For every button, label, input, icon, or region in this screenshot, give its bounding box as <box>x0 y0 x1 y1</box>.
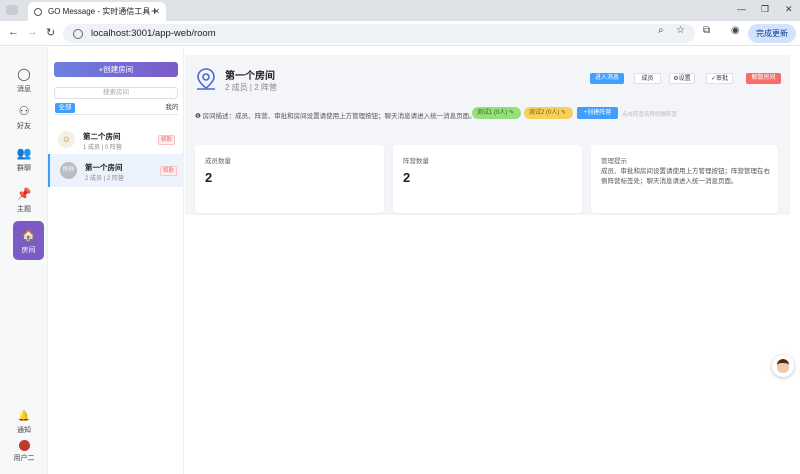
room-meta: 2 成员 | 2 阵营 <box>85 176 124 182</box>
filter-mine-tab[interactable]: 我的 <box>161 103 183 113</box>
back-icon[interactable]: ← <box>8 26 19 38</box>
card-label: 成员数量 <box>205 158 231 165</box>
group-icon: 👥 <box>16 146 32 160</box>
card-text: 成员、审批和房间设置请使用上方管理按钮；阵营管理在右侧阵营标签处；聊天消息请进入… <box>601 168 770 185</box>
rail-item-groups[interactable]: 👥 群聊 <box>0 146 48 173</box>
camp-hint: 点击阵营名称切换阵营 <box>622 112 678 118</box>
user-name: 用户二 <box>13 455 35 462</box>
create-room-button[interactable]: +创建房间 <box>54 62 178 77</box>
rail-item-label: 房间 <box>21 247 36 254</box>
room-name: 第一个房间 <box>85 163 123 172</box>
management-tips-card: 管理提示 成员、审批和房间设置请使用上方管理按钮；阵营管理在右侧阵营标签处；聊天… <box>591 145 778 213</box>
rail-item-friends[interactable]: ⚇ 好友 <box>0 104 48 131</box>
room-header: 第一个房间 2 成员 | 2 阵营 进入消息 成员 ⚙设置 ✓审批 解散房间 ❶… <box>185 55 790 215</box>
room-list-item-active[interactable]: 房间 第一个房间 2 成员 | 2 阵营 解散 <box>48 154 184 187</box>
address-bar[interactable]: localhost:3001/app-web/room <box>63 24 695 43</box>
update-button[interactable]: 完成更新 <box>748 24 796 43</box>
room-search-input[interactable]: 搜索房间 <box>54 87 178 99</box>
dissolve-room-button[interactable]: 解散房间 <box>746 73 781 84</box>
assistant-face-icon <box>777 359 789 373</box>
house-icon: 🏠 <box>21 230 36 242</box>
rail-item-label: 主题 <box>17 206 31 213</box>
edit-icon[interactable]: ✎ <box>561 110 566 116</box>
pin-icon: 📌 <box>16 187 32 201</box>
person-icon: ⚇ <box>18 104 30 118</box>
browser-toolbar: ← → ↻ localhost:3001/app-web/room ⌕ ☆ ⧉ … <box>0 21 800 46</box>
new-tab-icon[interactable]: + <box>151 4 158 18</box>
rail-item-label: 通知 <box>17 427 31 434</box>
card-label: 管理提示 <box>601 158 627 165</box>
avatar <box>18 440 30 451</box>
card-value: 2 <box>403 170 411 185</box>
location-pin-icon <box>197 68 215 90</box>
zoom-icon[interactable]: ⌕ <box>658 25 664 36</box>
camp-tag[interactable]: 测试2 (0人) ✎ <box>524 107 573 119</box>
page-subtitle: 2 成员 | 2 阵营 <box>225 83 277 92</box>
rail-item-rooms[interactable]: 🏠 房间 <box>13 221 44 260</box>
room-meta: 1 成员 | 0 阵营 <box>83 145 122 151</box>
site-info-icon[interactable] <box>73 28 83 39</box>
room-avatar: 房间 <box>60 162 77 179</box>
rail-item-label: 群聊 <box>17 165 31 172</box>
room-list-panel: +创建房间 搜索房间 全部 我的 ☺ 第二个房间 1 成员 | 0 阵营 解散 … <box>48 47 184 474</box>
room-description: ❶ 房间描述：成员、阵营、审批和房间设置请使用上方管理按钮；聊天消息请进入统一消… <box>195 110 476 120</box>
chat-icon: ◯ <box>17 67 31 81</box>
camp-label: 测试1 (0人) <box>477 110 508 116</box>
tab-title: GO Message - 实时通信工具 <box>48 7 151 16</box>
members-button[interactable]: 成员 <box>634 73 661 84</box>
enter-messages-button[interactable]: 进入消息 <box>590 73 624 84</box>
restore-icon[interactable]: ❐ <box>761 4 769 15</box>
globe-icon <box>34 7 42 16</box>
info-icon: ❶ <box>195 113 203 120</box>
divider <box>54 114 178 115</box>
profile-icon[interactable]: ◉ <box>731 25 740 36</box>
create-camp-button[interactable]: +创建阵营 <box>577 107 618 119</box>
extensions-icon[interactable]: ⧉ <box>703 25 710 36</box>
app-nav-rail: ◯ 消息 ⚇ 好友 👥 群聊 📌 主题 🏠 房间 🔔 通知 用户二 <box>0 47 48 474</box>
tab-search-button[interactable] <box>6 5 18 15</box>
approve-button[interactable]: ✓审批 <box>706 73 733 84</box>
rail-item-topics[interactable]: 📌 主题 <box>0 187 48 214</box>
settings-button[interactable]: ⚙设置 <box>669 73 695 84</box>
bookmark-star-icon[interactable]: ☆ <box>676 25 685 36</box>
browser-tab-bar: GO Message - 实时通信工具 ✕ + — ❐ ✕ <box>0 0 800 21</box>
forward-icon[interactable]: → <box>27 26 38 38</box>
rail-user[interactable]: 用户二 <box>0 440 48 463</box>
close-window-icon[interactable]: ✕ <box>785 4 793 15</box>
dissolve-tag[interactable]: 解散 <box>160 166 177 176</box>
card-label: 阵营数量 <box>403 158 429 165</box>
room-detail: 第一个房间 2 成员 | 2 阵营 进入消息 成员 ⚙设置 ✓审批 解散房间 ❶… <box>185 47 800 474</box>
rail-item-label: 好友 <box>17 123 31 130</box>
camp-label: 测试2 (0人) <box>529 110 560 116</box>
rail-item-notifications[interactable]: 🔔 通知 <box>0 411 48 435</box>
room-avatar: ☺ <box>58 131 75 148</box>
bell-icon: 🔔 <box>17 411 31 422</box>
url-text: localhost:3001/app-web/room <box>91 28 216 39</box>
rail-item-messages[interactable]: ◯ 消息 <box>0 67 48 94</box>
reload-icon[interactable]: ↻ <box>46 26 55 39</box>
page-title: 第一个房间 <box>225 71 275 82</box>
card-value: 2 <box>205 170 213 185</box>
dissolve-tag[interactable]: 解散 <box>158 135 175 145</box>
minimize-icon[interactable]: — <box>737 4 746 14</box>
camp-count-card: 阵营数量 2 <box>393 145 582 213</box>
browser-tab[interactable]: GO Message - 实时通信工具 ✕ <box>28 2 166 21</box>
camp-tag[interactable]: 测试1 (0人) ✎ <box>472 107 521 119</box>
member-count-card: 成员数量 2 <box>195 145 384 213</box>
room-list-item[interactable]: ☺ 第二个房间 1 成员 | 0 阵营 解散 <box>48 123 184 156</box>
assistant-avatar-button[interactable] <box>772 355 794 377</box>
room-name: 第二个房间 <box>83 132 121 141</box>
filter-all-tab[interactable]: 全部 <box>55 103 75 113</box>
rail-item-label: 消息 <box>17 86 31 93</box>
description-text: 房间描述：成员、阵营、审批和房间设置请使用上方管理按钮；聊天消息请进入统一消息页… <box>202 113 476 120</box>
edit-icon[interactable]: ✎ <box>509 110 514 116</box>
